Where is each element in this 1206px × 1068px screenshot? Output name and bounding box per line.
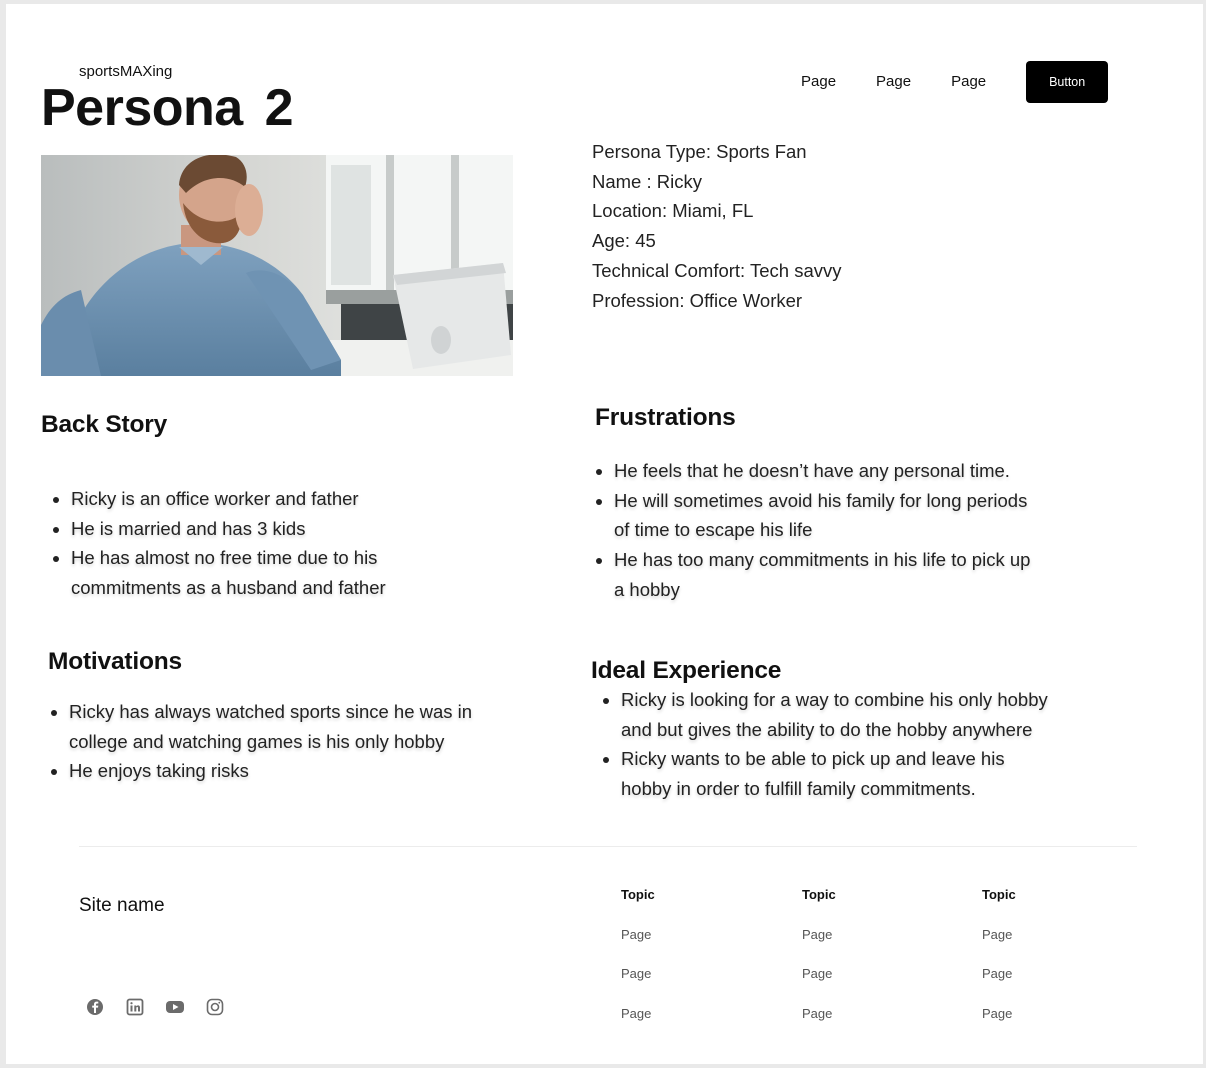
persona-photo-image bbox=[41, 155, 513, 376]
footer-site-name[interactable]: Site name bbox=[79, 895, 165, 917]
list-item: Ricky wants to be able to pick up and le… bbox=[621, 744, 1051, 803]
persona-location: Location: Miami, FL bbox=[592, 200, 754, 222]
persona-tech-comfort: Technical Comfort: Tech savvy bbox=[592, 259, 842, 281]
motivations-heading: Motivations bbox=[48, 648, 182, 675]
list-item: He has almost no free time due to his co… bbox=[71, 543, 491, 602]
frustrations-heading: Frustrations bbox=[595, 404, 736, 431]
frustrations-list: He feels that he doesn’t have any person… bbox=[584, 456, 1044, 605]
list-item: He is married and has 3 kids bbox=[71, 514, 491, 544]
motivations-list: Ricky has always watched sports since he… bbox=[39, 697, 489, 786]
persona-name: Name : Ricky bbox=[592, 170, 702, 192]
top-nav: Page Page Page Button bbox=[801, 61, 1109, 103]
footer-page-link[interactable]: Page bbox=[982, 927, 1016, 947]
footer-page-link[interactable]: Page bbox=[982, 1006, 1016, 1026]
footer-topic: Topic bbox=[621, 887, 655, 902]
footer-page-link[interactable]: Page bbox=[982, 966, 1016, 986]
footer-page-link[interactable]: Page bbox=[802, 1006, 836, 1026]
footer-column-2: Topic Page Page Page bbox=[802, 887, 836, 1026]
back-story-list: Ricky is an office worker and father He … bbox=[41, 484, 491, 603]
brand-name[interactable]: sportsMAXing bbox=[79, 63, 172, 80]
header-button[interactable]: Button bbox=[1026, 61, 1109, 103]
youtube-icon[interactable] bbox=[164, 996, 186, 1018]
footer-page-link[interactable]: Page bbox=[621, 927, 655, 947]
list-item: He enjoys taking risks bbox=[69, 756, 489, 786]
footer-topic: Topic bbox=[802, 887, 836, 902]
list-item: He feels that he doesn’t have any person… bbox=[614, 456, 1044, 486]
facebook-icon[interactable] bbox=[84, 996, 106, 1018]
persona-type: Persona Type: Sports Fan bbox=[592, 141, 807, 162]
persona-age: Age: 45 bbox=[592, 230, 656, 252]
footer-page-link[interactable]: Page bbox=[621, 966, 655, 986]
ideal-experience-list: Ricky is looking for a way to combine hi… bbox=[591, 685, 1051, 804]
persona-info: Persona Type: Sports Fan Name : Ricky Lo… bbox=[592, 137, 842, 315]
list-item: He has too many commitments in his life … bbox=[614, 545, 1044, 604]
footer-column-3: Topic Page Page Page bbox=[982, 887, 1016, 1026]
footer-page-link[interactable]: Page bbox=[802, 927, 836, 947]
persona-photo bbox=[41, 155, 513, 376]
nav-link-page-3[interactable]: Page bbox=[951, 72, 986, 92]
persona-page: sportsMAXing Persona 2 Page Page Page Bu… bbox=[6, 4, 1203, 1064]
page-title: Persona 2 bbox=[41, 79, 294, 137]
list-item: Ricky has always watched sports since he… bbox=[69, 697, 489, 756]
nav-link-page-1[interactable]: Page bbox=[801, 72, 836, 92]
footer-page-link[interactable]: Page bbox=[621, 1006, 655, 1026]
social-links bbox=[84, 996, 244, 1018]
list-item: Ricky is looking for a way to combine hi… bbox=[621, 685, 1051, 744]
back-story-heading: Back Story bbox=[41, 411, 168, 438]
ideal-experience-heading: Ideal Experience bbox=[591, 657, 782, 684]
nav-link-page-2[interactable]: Page bbox=[876, 72, 911, 92]
list-item: He will sometimes avoid his family for l… bbox=[614, 486, 1044, 545]
instagram-icon[interactable] bbox=[204, 996, 226, 1018]
footer-topic: Topic bbox=[982, 887, 1016, 902]
footer-column-1: Topic Page Page Page bbox=[621, 887, 655, 1026]
linkedin-icon[interactable] bbox=[124, 996, 146, 1018]
footer-page-link[interactable]: Page bbox=[802, 966, 836, 986]
list-item: Ricky is an office worker and father bbox=[71, 484, 491, 514]
footer-divider bbox=[79, 846, 1137, 847]
persona-profession: Profession: Office Worker bbox=[592, 289, 803, 311]
